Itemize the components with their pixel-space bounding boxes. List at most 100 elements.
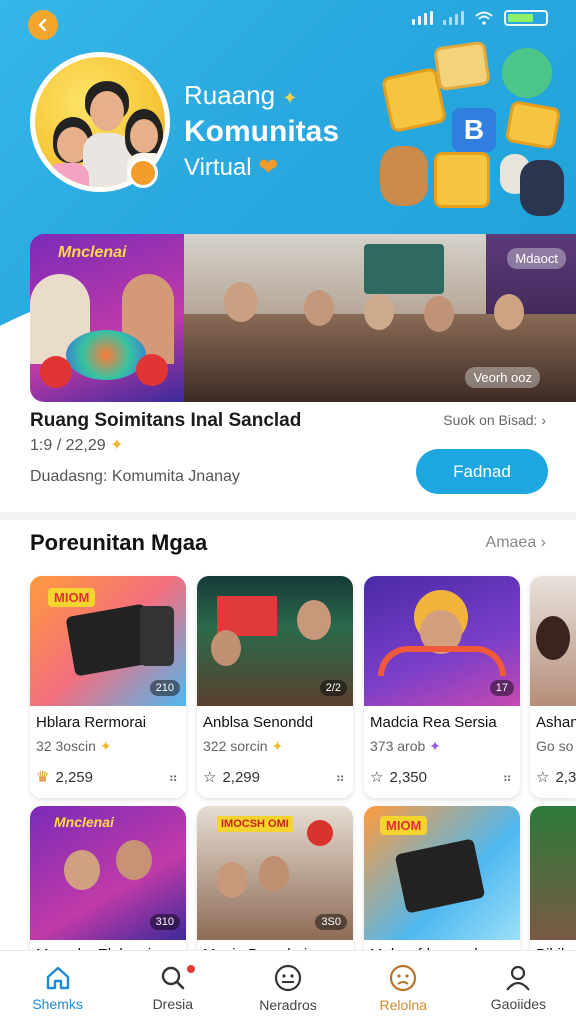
nav-search[interactable]: Dresia [115,951,230,1024]
bottom-nav: Shemks Dresia Neradros Relolna Gaoiides [0,950,576,1024]
sparkle-icon: ✦ [282,88,298,108]
card-stat: ♛ 2,259 [36,768,93,787]
card-stat: ☆ 2,3 [536,768,576,787]
toy-box-icon [504,99,562,151]
status-bar [412,10,548,26]
community-card[interactable]: Ashan Go so ☆ 2,3 [530,576,576,798]
chevron-right-icon: › [540,534,546,551]
card-more-icon[interactable]: ⠶ [502,770,512,786]
letter-block-icon: B [452,108,496,152]
toy-bear-icon [520,160,564,216]
nav-home[interactable]: Shemks [0,951,115,1024]
nav-profile[interactable]: Gaoiides [461,951,576,1024]
featured-meta-text: 1:9 / 22,29 [30,437,106,454]
card-sign: Mnclenai [54,814,114,830]
card-image: MIOM [364,806,520,940]
heart-icon: ❤ [258,154,279,181]
hero-title: Ruaang ✦ Komunitas Virtual ❤ [184,80,339,182]
card-more-icon[interactable]: ⠶ [335,770,345,786]
card-badge: 2/2 [319,680,347,696]
see-all-text: Amaea [485,534,537,551]
toy-creature-icon [502,48,552,98]
signal-icon [412,11,433,25]
nav-activity-label: Relolna [379,996,427,1013]
card-title: Madcia Rea Sersia [370,714,497,731]
card-subtitle: 322 sorcin ✦ [203,738,283,755]
back-button[interactable] [28,10,58,40]
card-subtitle-text: 322 sorcin [203,738,268,754]
avatar-badge [128,158,158,188]
card-stat: ☆ 2,350 [370,768,427,787]
featured-right-panel: Mdaoct Veorh ooz [184,234,576,402]
card-title: Anblsa Senondd [203,714,314,731]
sparkle-icon: ✦ [429,738,441,754]
featured-tag-bottom: Veorh ooz [465,367,540,388]
card-badge: 3S0 [315,914,347,930]
toy-box-icon [434,152,490,208]
sad-face-icon [390,964,417,991]
card-stat-value: 2,259 [55,768,93,786]
card-stat-value: 2,3 [555,768,576,786]
hero-title-line1: Ruaang [184,80,276,110]
toy-box-icon [433,40,491,92]
crown-icon: ♛ [36,769,50,786]
card-subtitle: 32 3oscin ✦ [36,738,112,755]
section-title: Poreunitan Mgaa [30,530,208,555]
featured-tag-top: Mdaoct [507,248,566,269]
notification-dot [185,963,198,975]
card-sign: IMOCSH OMI [217,816,293,832]
chevron-right-icon: › [541,412,546,428]
star-icon: ☆ [370,769,384,786]
card-badge: 210 [149,680,180,696]
star-icon: ☆ [536,769,550,786]
card-stat-value: 2,299 [222,768,260,786]
card-subtitle-text: 373 arob [370,738,426,754]
hero-title-line3: Virtual [184,154,252,181]
card-badge: 17 [489,680,514,696]
community-card[interactable]: 17 Madcia Rea Sersia 373 arob ✦ ☆ 2,350 ⠶ [364,576,520,798]
nav-messages-label: Neradros [259,996,317,1013]
wifi-icon [475,11,493,25]
home-icon [46,966,69,989]
card-title: Ashan [536,714,576,731]
toy-figure-icon [380,146,428,206]
hero-title-line2: Komunitas [184,115,340,148]
nav-profile-label: Gaoiides [490,995,547,1012]
featured-link[interactable]: Suok on Bisad: › [443,412,546,428]
user-icon [506,965,531,991]
community-card[interactable]: MIOM 210 Hblara Rermorai 32 3oscin ✦ ♛ 2,… [30,576,186,798]
search-icon [161,966,185,989]
sparkle-icon: ✦ [271,738,284,754]
card-image [530,806,576,940]
featured-title[interactable]: Ruang Soimitans Inal Sanclad [30,410,301,432]
featured-left-panel: Mnclenai [30,234,184,402]
featured-description: Duadasng: Komumita Jnanay [30,468,240,485]
chevron-left-icon [38,18,47,32]
signal-icon-2 [443,11,464,25]
card-subtitle-text: 32 3oscin [36,738,96,754]
face-icon [274,964,302,991]
card-sign: MIOM [48,588,96,607]
featured-link-text: Suok on Bisad: [443,412,538,428]
card-subtitle: 373 arob ✦ [370,738,441,755]
sparkle-icon: ✦ [99,738,112,754]
card-sign: MIOM [380,816,428,835]
sparkle-icon: ✦ [110,437,124,454]
featured-sign: Mnclenai [58,244,127,261]
card-image [530,576,576,706]
card-title: Hblara Rermorai [36,714,147,731]
nav-messages[interactable]: Neradros [230,951,345,1024]
featured-meta: 1:9 / 22,29 ✦ [30,435,123,455]
community-card[interactable]: 2/2 Anblsa Senondd 322 sorcin ✦ ☆ 2,299 ⠶ [197,576,353,798]
card-stat: ☆ 2,299 [203,768,260,787]
star-icon: ☆ [203,769,217,786]
nav-search-label: Dresia [152,995,194,1012]
nav-activity[interactable]: Relolna [346,951,461,1024]
card-more-icon[interactable]: ⠶ [168,770,178,786]
card-badge: 310 [149,914,180,930]
see-all-link[interactable]: Amaea › [486,534,546,552]
join-button[interactable]: Fadnad [416,449,548,494]
nav-home-label: Shemks [32,995,83,1012]
section-divider [0,512,576,520]
featured-image[interactable]: Mnclenai Mdaoct Veorh ooz [30,234,576,402]
